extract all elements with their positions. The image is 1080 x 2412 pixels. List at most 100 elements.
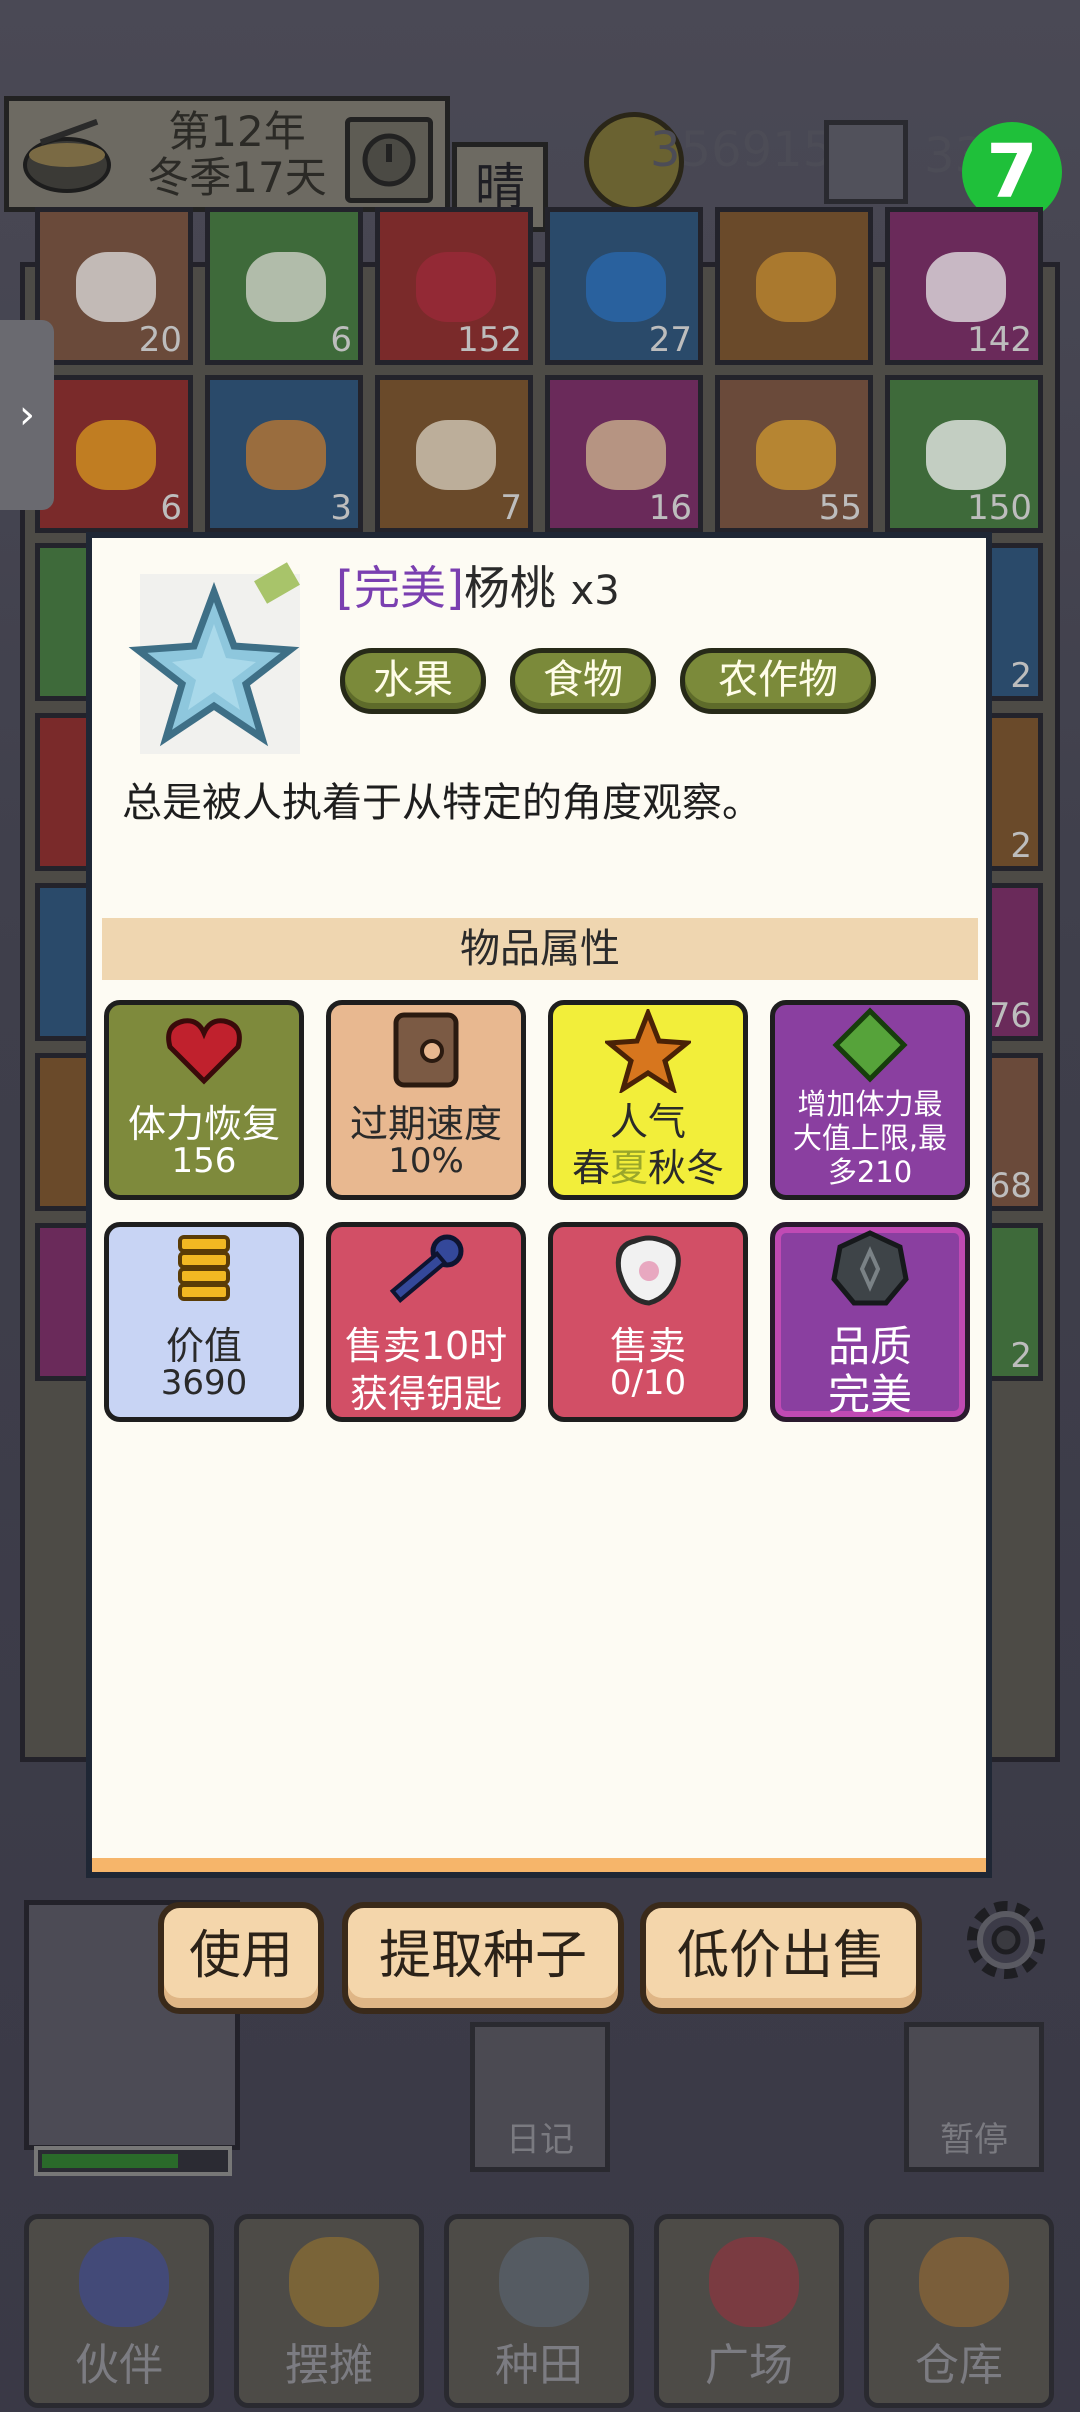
house-icon	[919, 2237, 1009, 2327]
item-icon	[586, 252, 666, 322]
attr-label: 售卖10时	[344, 1324, 508, 1368]
attr-value-price[interactable]: 价值 3690	[104, 1222, 304, 1422]
flower-icon	[709, 2237, 799, 2327]
item-description: 总是被人执着于从特定的角度观察。	[122, 780, 762, 826]
partner-icon	[79, 2237, 169, 2327]
slot-count: 152	[457, 320, 522, 360]
inventory-slot[interactable]: 7	[375, 375, 533, 533]
sell-cheap-button[interactable]: 低价出售	[640, 1902, 922, 2014]
attr-value: 多210	[827, 1155, 913, 1189]
nav-label: 摆摊	[285, 2340, 373, 2391]
nav-label: 仓库	[915, 2340, 1003, 2391]
pause-button[interactable]: 暂停	[904, 2022, 1044, 2172]
attr-label: 售卖	[609, 1324, 686, 1368]
nav-plaza[interactable]: 广场	[654, 2214, 844, 2408]
season-spring: 春	[571, 1146, 610, 1190]
inventory-slot[interactable]: 16	[545, 375, 703, 533]
coin-stack-icon	[178, 1235, 230, 1301]
item-icon	[926, 252, 1006, 322]
gem-icon	[824, 120, 908, 204]
season-autumn-winter: 秋冬	[648, 1146, 725, 1190]
clock-icon[interactable]	[345, 117, 433, 203]
pause-label: 暂停	[940, 2120, 1008, 2160]
slot-count: 150	[967, 488, 1032, 528]
season-summer: 夏	[609, 1146, 648, 1190]
watering-can-icon	[499, 2237, 589, 2327]
year-label: 第12年	[168, 107, 306, 156]
inventory-slot[interactable]	[715, 207, 873, 365]
slot-count: 76	[988, 996, 1032, 1036]
glove-icon	[615, 1235, 681, 1306]
attr-popularity[interactable]: 人气 春夏秋冬	[548, 1000, 748, 1200]
slot-count: 7	[500, 488, 522, 528]
slot-count: 27	[648, 320, 692, 360]
attr-label: 体力恢复	[127, 1102, 280, 1146]
key-icon	[389, 1234, 464, 1303]
diary-label: 日记	[506, 2120, 574, 2160]
item-detail-dialog: [完美]杨桃 x3 水果 食物 农作物 总是被人执着于从特定的角度观察。 物品属…	[86, 532, 992, 1878]
slot-count: 20	[138, 320, 182, 360]
nav-farm[interactable]: 种田	[444, 2214, 634, 2408]
inventory-slot[interactable]: 6	[205, 207, 363, 365]
inventory-slot[interactable]: 152	[375, 207, 533, 365]
inventory-slot[interactable]: 150	[885, 375, 1043, 533]
attr-label: 增加体力最	[797, 1087, 943, 1121]
slot-count: 55	[818, 488, 862, 528]
item-icon	[586, 420, 666, 490]
item-icon	[756, 420, 836, 490]
side-expand-tab[interactable]: ›	[0, 320, 54, 510]
item-count: x3	[570, 568, 620, 614]
inventory-slot[interactable]: 6	[35, 375, 193, 533]
item-name: 杨桃	[463, 561, 556, 615]
star-icon	[605, 1009, 691, 1093]
item-icon	[76, 420, 156, 490]
attr-quality[interactable]: 品质 完美	[770, 1222, 970, 1422]
bottom-nav: 伙伴 摆摊 种田 广场 仓库	[0, 2212, 1080, 2412]
use-button[interactable]: 使用	[158, 1902, 324, 2014]
nav-label: 广场	[705, 2340, 793, 2391]
season-list: 春夏秋冬	[553, 1137, 743, 1192]
extract-seed-button[interactable]: 提取种子	[342, 1902, 624, 2014]
gear-icon[interactable]	[958, 1892, 1054, 1988]
attr-value: 10%	[388, 1141, 464, 1181]
slot-count: 6	[330, 320, 352, 360]
inventory-slot[interactable]: 55	[715, 375, 873, 533]
inventory-slot[interactable]: 20	[35, 207, 193, 365]
nav-label: 种田	[495, 2340, 583, 2391]
item-icon	[926, 420, 1006, 490]
attr-value: 0/10	[609, 1363, 687, 1403]
season-day-label: 冬季17天	[147, 153, 327, 202]
attr-expiry-speed[interactable]: 过期速度 10%	[326, 1000, 526, 1200]
attr-sell-count[interactable]: 售卖 0/10	[548, 1222, 748, 1422]
date-panel: 第12年 冬季17天	[4, 96, 450, 212]
slot-count: 3	[330, 488, 352, 528]
clock-icon	[393, 1012, 459, 1088]
nav-warehouse[interactable]: 仓库	[864, 2214, 1054, 2408]
slot-count: 6	[160, 488, 182, 528]
dialog-bottom-strip	[92, 1858, 986, 1872]
coin-count: 356915	[650, 122, 834, 178]
attributes-header: 物品属性	[102, 918, 978, 980]
attr-stamina-restore[interactable]: 体力恢复 156	[104, 1000, 304, 1200]
inventory-slot[interactable]: 142	[885, 207, 1043, 365]
item-title: [完美]杨桃 x3	[336, 552, 620, 618]
attr-sell-key[interactable]: 售卖10时 获得钥匙	[326, 1222, 526, 1422]
quality-medal-icon	[831, 1230, 909, 1306]
attr-label: 过期速度	[349, 1102, 502, 1146]
stamina-fill	[42, 2154, 178, 2168]
slot-count: 68	[988, 1166, 1032, 1206]
slot-count: 2	[1010, 1336, 1032, 1376]
diary-button[interactable]: 日记	[470, 2022, 610, 2172]
nav-stall[interactable]: 摆摊	[234, 2214, 424, 2408]
inventory-slot[interactable]: 27	[545, 207, 703, 365]
attr-max-stamina[interactable]: 增加体力最 大值上限,最 多210	[770, 1000, 970, 1200]
tag-food: 食物	[510, 648, 656, 714]
nav-partner[interactable]: 伙伴	[24, 2214, 214, 2408]
tag-crop: 农作物	[680, 648, 876, 714]
nav-label: 伙伴	[75, 2340, 163, 2391]
attr-value: 完美	[827, 1370, 912, 1419]
attr-label: 价值	[165, 1324, 242, 1368]
item-icon	[756, 252, 836, 322]
attr-value: 156	[171, 1141, 237, 1181]
inventory-slot[interactable]: 3	[205, 375, 363, 533]
